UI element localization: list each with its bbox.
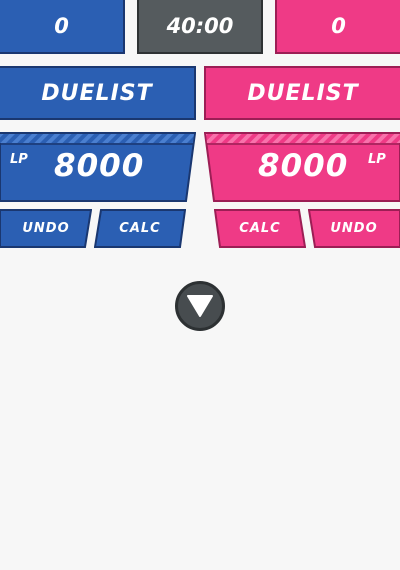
- blue-lp-label: LP: [10, 152, 28, 167]
- blue-life-points-panel[interactable]: LP 8000: [0, 132, 196, 202]
- match-timer[interactable]: 40:00: [137, 0, 263, 54]
- pink-undo-button[interactable]: UNDO: [308, 209, 400, 248]
- pink-life-points-panel[interactable]: 8000 LP: [204, 132, 400, 202]
- blue-undo-label: UNDO: [22, 221, 70, 236]
- match-timer-value: 40:00: [166, 14, 234, 38]
- pink-duelist-name-label: DUELIST: [247, 80, 359, 106]
- pink-calc-button[interactable]: CALC: [214, 209, 306, 248]
- pink-match-score-value: 0: [331, 14, 346, 38]
- pink-match-score[interactable]: 0: [275, 0, 400, 54]
- blue-undo-button[interactable]: UNDO: [0, 209, 92, 248]
- pink-duelist-name[interactable]: DUELIST: [204, 66, 400, 120]
- blue-lp-value: 8000: [54, 148, 145, 184]
- expand-menu-button[interactable]: [175, 281, 225, 331]
- pink-lp-value: 8000: [258, 148, 349, 184]
- pink-lp-label: LP: [368, 152, 386, 167]
- blue-match-score-value: 0: [54, 14, 69, 38]
- pink-undo-label: UNDO: [330, 221, 378, 236]
- blue-calc-button[interactable]: CALC: [94, 209, 186, 248]
- blue-duelist-name[interactable]: DUELIST: [0, 66, 196, 120]
- pink-calc-label: CALC: [239, 221, 281, 236]
- triangle-down-icon: [187, 295, 213, 317]
- blue-match-score[interactable]: 0: [0, 0, 125, 54]
- blue-duelist-name-label: DUELIST: [41, 80, 153, 106]
- blue-calc-label: CALC: [119, 221, 161, 236]
